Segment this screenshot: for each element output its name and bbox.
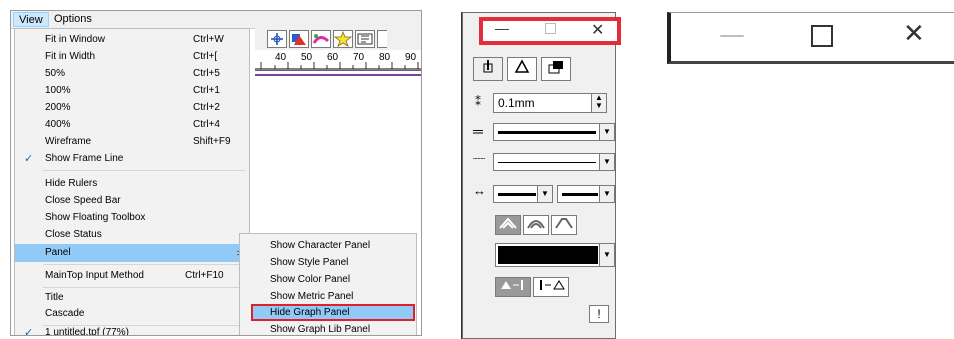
- fill-color-select[interactable]: ▼: [495, 243, 615, 267]
- submenu-show-metric-panel[interactable]: Show Metric Panel: [240, 288, 416, 305]
- join-round-button[interactable]: [523, 215, 549, 235]
- ruler-number: 70: [353, 52, 365, 63]
- canvas-top-edge: [255, 74, 421, 76]
- view-menu-dropdown: Fit in Window Ctrl+W Fit in Width Ctrl+[ 5…: [14, 28, 250, 336]
- graph-panel: — ✕ ⁑ 0.1mm ▲ ▼ ═ ▼ ┈┈ ▼ ↔ ▼ ▼ ▼ !: [462, 12, 621, 339]
- arrow-ends-icon: ↔: [473, 183, 486, 198]
- map-tool-icon[interactable]: [355, 30, 375, 48]
- menu-item-show-floating-toolbox[interactable]: Show Floating Toolbox: [15, 209, 249, 227]
- ruler-number: 60: [327, 52, 339, 63]
- submenu-show-style-panel[interactable]: Show Style Panel: [240, 254, 416, 271]
- shadow-mode-button[interactable]: [541, 57, 571, 81]
- arrow-end-select[interactable]: ▼: [557, 185, 615, 203]
- ruler-number: 80: [379, 52, 391, 63]
- color-tool-icon[interactable]: [311, 30, 331, 48]
- dash-style-select[interactable]: ▼: [493, 153, 615, 171]
- menu-item-400[interactable]: 400% Ctrl+4: [15, 116, 249, 134]
- menu-separator: [43, 264, 245, 265]
- menu-item-200[interactable]: 200% Ctrl+2: [15, 99, 249, 117]
- titlebar-zoom: — ✕: [667, 12, 954, 64]
- line-style-select[interactable]: ▼: [493, 123, 615, 141]
- pen-to-fill-button[interactable]: [533, 277, 569, 297]
- ruler-number: 40: [275, 52, 287, 63]
- maximize-icon[interactable]: [811, 25, 833, 47]
- line-width-icon: ⁑: [475, 95, 481, 109]
- panel-submenu: Show Character Panel Show Style Panel Sh…: [239, 233, 417, 335]
- menu-item-show-frame-line[interactable]: ✓ Show Frame Line: [15, 150, 249, 168]
- maximize-icon[interactable]: [545, 23, 556, 34]
- chevron-down-icon[interactable]: ▼: [537, 186, 552, 202]
- menu-item-panel[interactable]: Panel >: [15, 244, 249, 262]
- menu-item-fit-in-window[interactable]: Fit in Window Ctrl+W: [15, 31, 249, 49]
- checkmark-icon: ✓: [24, 327, 34, 336]
- menu-item-100[interactable]: 100% Ctrl+1: [15, 82, 249, 100]
- menu-item-close-status[interactable]: Close Status: [15, 226, 249, 244]
- fill-mode-button[interactable]: [507, 57, 537, 81]
- star-tool-icon[interactable]: [333, 30, 353, 48]
- submenu-show-graph-lib-panel[interactable]: Show Graph Lib Panel: [240, 321, 416, 335]
- tool-strip: [255, 28, 421, 50]
- ruler-number: 90: [405, 52, 417, 63]
- close-icon[interactable]: ✕: [591, 20, 604, 40]
- menu-item-maintop-input-method[interactable]: MainTop Input Method Ctrl+F10: [15, 267, 249, 285]
- menu-options[interactable]: Options: [49, 12, 97, 27]
- menu-item-cascade[interactable]: Cascade: [15, 305, 249, 323]
- dash-style-icon: ┈┈: [473, 154, 486, 165]
- ruler-number: 50: [301, 52, 313, 63]
- menu-item-wireframe[interactable]: Wireframe Shift+F9: [15, 133, 249, 151]
- submenu-hide-graph-panel[interactable]: Hide Graph Panel: [251, 304, 415, 321]
- menu-view[interactable]: View: [13, 12, 49, 27]
- chevron-down-icon[interactable]: ▼: [599, 124, 614, 140]
- move-tool-icon[interactable]: [267, 30, 287, 48]
- minimize-icon[interactable]: —: [719, 20, 745, 50]
- menu-item-close-speed-bar[interactable]: Close Speed Bar: [15, 192, 249, 210]
- line-style-icon: ═: [473, 123, 483, 139]
- graph-panel-titlebar: — ✕: [479, 17, 621, 45]
- menu-separator: [43, 170, 245, 171]
- fill-color-swatch: [498, 246, 598, 264]
- close-icon[interactable]: ✕: [903, 19, 925, 49]
- join-bevel-button[interactable]: [551, 215, 577, 235]
- menu-item-fit-in-width[interactable]: Fit in Width Ctrl+[: [15, 48, 249, 66]
- checkmark-icon: ✓: [24, 153, 34, 165]
- toolbar-overflow-icon[interactable]: [377, 30, 387, 48]
- join-miter-button[interactable]: [495, 215, 521, 235]
- fill-to-pen-button[interactable]: [495, 277, 531, 297]
- chevron-down-icon[interactable]: ▼: [599, 154, 614, 170]
- menu-screenshot: View Options 40 50 60 70 80 90 Fit in Wi…: [10, 10, 422, 336]
- minimize-icon[interactable]: —: [495, 20, 509, 36]
- horizontal-ruler: 40 50 60 70 80 90: [255, 50, 421, 71]
- menu-item-50[interactable]: 50% Ctrl+5: [15, 65, 249, 83]
- info-button[interactable]: !: [589, 305, 609, 323]
- chevron-down-icon[interactable]: ▼: [599, 244, 614, 266]
- menu-bar: View Options: [11, 11, 421, 29]
- menu-separator: [43, 325, 245, 326]
- shapes-tool-icon[interactable]: [289, 30, 309, 48]
- arrow-start-select[interactable]: ▼: [493, 185, 553, 203]
- submenu-show-character-panel[interactable]: Show Character Panel: [240, 237, 416, 254]
- chevron-down-icon[interactable]: ▼: [599, 186, 614, 202]
- line-width-input[interactable]: 0.1mm ▲ ▼: [493, 93, 607, 113]
- pen-mode-button[interactable]: [473, 57, 503, 81]
- submenu-show-color-panel[interactable]: Show Color Panel: [240, 271, 416, 288]
- spinner-icon[interactable]: ▲ ▼: [591, 94, 606, 112]
- menu-separator: [43, 287, 245, 288]
- menu-item-window-untitled[interactable]: ✓ 1 untitled.tpf (77%): [15, 328, 249, 336]
- menu-item-hide-rulers[interactable]: Hide Rulers: [15, 175, 249, 193]
